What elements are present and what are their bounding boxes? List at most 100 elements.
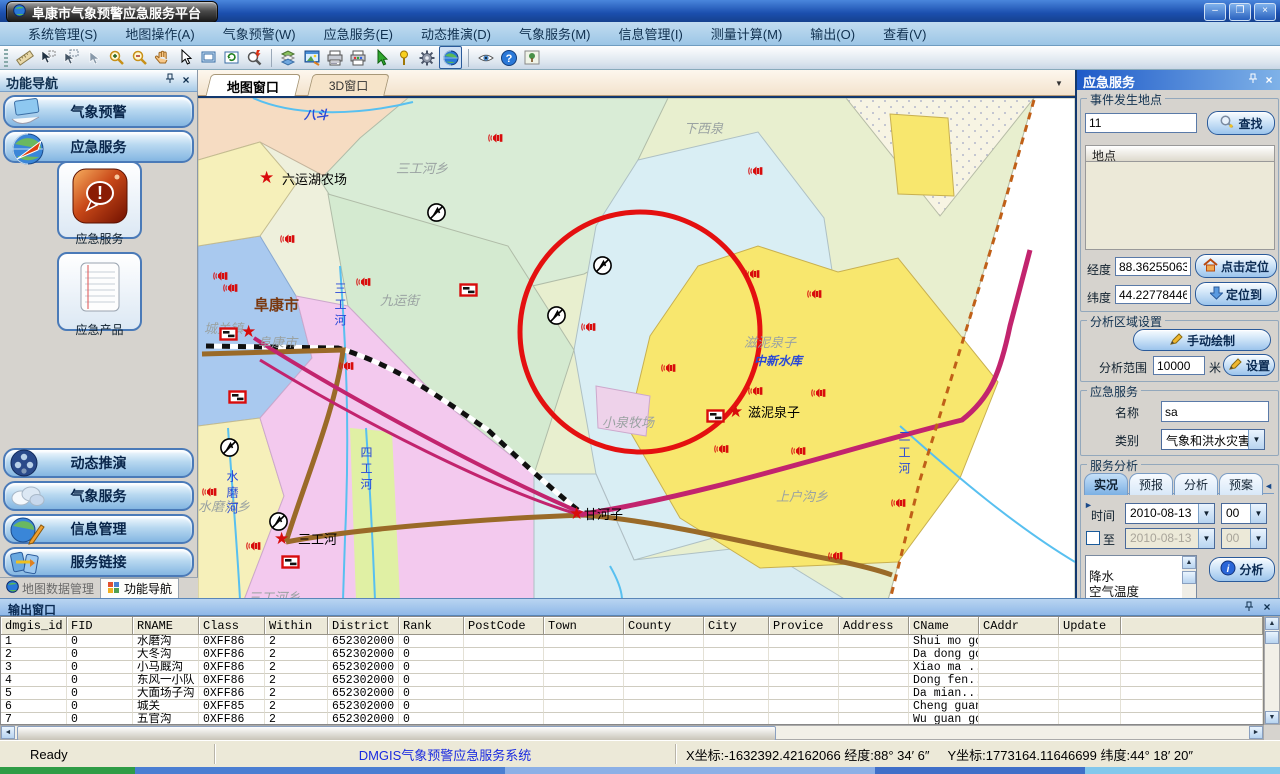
close-button[interactable]: × (1254, 3, 1276, 21)
locate-to-button[interactable]: 定位到 (1195, 282, 1277, 306)
map-canvas[interactable]: 八斗六运湖农场三工河乡下西泉阜康市城关镇阜康市九运街三工河水磨沟乡三工河三工河乡… (198, 96, 1075, 598)
list-item[interactable]: 降水 (1086, 570, 1196, 585)
element-list[interactable]: 降水 空气温度 ▲ (1085, 555, 1197, 598)
chevron-down-icon[interactable]: ▼ (1198, 504, 1214, 523)
location-search-input[interactable] (1085, 113, 1197, 133)
close-icon[interactable]: × (1260, 600, 1274, 614)
full-extent-icon[interactable] (198, 47, 219, 68)
column-header[interactable]: County (624, 617, 704, 635)
to-date-select[interactable]: 2010-08-13 ▼ (1125, 528, 1215, 549)
sidebar-item-service-links[interactable]: 服务链接 (3, 547, 194, 577)
pan-hand-icon[interactable] (152, 47, 173, 68)
column-header[interactable]: Address (839, 617, 909, 635)
sidebar-item-weather-warning[interactable]: 气象预警 (3, 95, 194, 128)
print-icon[interactable] (324, 47, 345, 68)
tab-plan[interactable]: 预案 (1219, 473, 1263, 495)
column-header[interactable]: Rank (399, 617, 464, 635)
scroll-left-icon[interactable]: ◄ (1, 726, 15, 739)
service-type-select[interactable]: 气象和洪水灾害 ▼ (1161, 429, 1265, 450)
eye-icon[interactable] (475, 47, 496, 68)
location-list[interactable] (1085, 162, 1275, 250)
menu-item[interactable]: 测量计算(M) (697, 24, 797, 43)
horizontal-scrollbar[interactable]: ◄ ► (0, 725, 1264, 740)
manual-draw-button[interactable]: 手动绘制 (1133, 329, 1271, 351)
chevron-down-icon[interactable]: ▼ (1248, 430, 1264, 449)
menu-item[interactable]: 气象服务(M) (505, 24, 605, 43)
table-row[interactable]: 10水磨沟0XFF8626523020000Shui mo gou (1, 635, 1263, 648)
tab-map-data-management[interactable]: 地图数据管理 (0, 578, 100, 598)
chevron-down-icon[interactable]: ▼ (1051, 77, 1067, 90)
to-hour-select[interactable]: 00 ▼ (1221, 528, 1267, 549)
table-row[interactable]: 50大面场子沟0XFF8626523020000Da mian... (1, 687, 1263, 700)
scroll-thumb[interactable] (1182, 571, 1196, 584)
pin-icon[interactable] (1246, 73, 1260, 87)
sidebar-item-information-management[interactable]: 信息管理 (3, 514, 194, 544)
scroll-thumb[interactable] (17, 726, 776, 741)
vertical-scrollbar[interactable]: ▲ ▼ (1264, 616, 1280, 725)
table-row[interactable]: 40东风一小队0XFF8626523020000Dong fen... (1, 674, 1263, 687)
select-lasso-icon[interactable] (60, 47, 81, 68)
column-header[interactable]: City (704, 617, 769, 635)
scrollbar[interactable]: ▲ (1182, 556, 1196, 598)
column-header[interactable]: Update (1059, 617, 1121, 635)
scroll-right-icon[interactable]: ► (1249, 726, 1263, 739)
pin-icon[interactable] (1242, 601, 1256, 615)
column-header[interactable]: Within (265, 617, 328, 635)
gear-icon[interactable] (416, 47, 437, 68)
pin-icon[interactable] (163, 73, 177, 87)
emergency-product-shortcut[interactable]: 应急产品 (57, 252, 142, 331)
location-list-header[interactable]: 地点 (1085, 145, 1275, 162)
scroll-up-icon[interactable]: ▲ (1265, 617, 1279, 630)
menu-item[interactable]: 输出(O) (796, 24, 869, 43)
search-button[interactable]: 查找 (1207, 111, 1275, 135)
analysis-range-input[interactable] (1153, 356, 1205, 375)
latitude-input[interactable] (1115, 285, 1191, 304)
column-header[interactable]: RNAME (133, 617, 199, 635)
refresh-icon[interactable] (221, 47, 242, 68)
sidebar-item-weather-service[interactable]: 气象服务 (3, 481, 194, 511)
column-header[interactable]: Class (199, 617, 265, 635)
table-row[interactable]: 60城关0XFF8526523020000Cheng guan (1, 700, 1263, 713)
list-item[interactable]: 空气温度 (1086, 585, 1196, 598)
tab-live[interactable]: 实况 (1084, 473, 1128, 495)
measure-ruler-icon[interactable] (14, 47, 35, 68)
chevron-down-icon[interactable]: ▼ (1250, 529, 1266, 548)
set-button[interactable]: 设置 (1223, 354, 1275, 376)
close-icon[interactable]: × (179, 73, 193, 87)
select-arrow-icon[interactable] (37, 47, 58, 68)
menu-item[interactable]: 信息管理(I) (605, 24, 697, 43)
minimize-button[interactable]: – (1204, 3, 1226, 21)
tab-3d-window[interactable]: 3D窗口 (307, 74, 390, 96)
menu-item[interactable]: 动态推演(D) (407, 24, 505, 43)
column-header[interactable]: Town (544, 617, 624, 635)
sidebar-item-emergency-service[interactable]: 应急服务 (3, 130, 194, 163)
print-color-icon[interactable] (347, 47, 368, 68)
menu-item[interactable]: 地图操作(A) (111, 24, 208, 43)
green-pointer-icon[interactable] (370, 47, 391, 68)
toolbar-grip[interactable] (4, 49, 8, 67)
menu-item[interactable]: 应急服务(E) (310, 24, 407, 43)
chevron-down-icon[interactable]: ▼ (1198, 529, 1214, 548)
table-row[interactable]: 30小马厩沟0XFF8626523020000Xiao ma ... (1, 661, 1263, 674)
emergency-service-shortcut[interactable]: ! 应急服务 (57, 161, 142, 239)
tab-function-navigation[interactable]: 功能导航 (100, 578, 179, 598)
place-pin-icon[interactable] (393, 47, 414, 68)
longitude-input[interactable] (1115, 257, 1191, 276)
layers-icon[interactable] (278, 47, 299, 68)
zoom-query-icon[interactable] (244, 47, 265, 68)
zoom-in-icon[interactable] (106, 47, 127, 68)
zoom-out-icon[interactable] (129, 47, 150, 68)
scroll-up-icon[interactable]: ▲ (1182, 556, 1196, 569)
tab-map-window[interactable]: 地图窗口 (205, 74, 301, 98)
tab-forecast[interactable]: 预报 (1129, 473, 1173, 495)
click-locate-button[interactable]: 点击定位 (1195, 254, 1277, 278)
service-name-input[interactable] (1161, 401, 1269, 422)
globe-icon[interactable] (439, 46, 462, 69)
scroll-thumb[interactable] (1265, 631, 1279, 644)
table-row[interactable]: 70五官沟0XFF8626523020000Wu guan gou (1, 713, 1263, 725)
scroll-down-icon[interactable]: ▼ (1265, 711, 1279, 724)
close-icon[interactable]: × (1262, 73, 1276, 87)
restore-button[interactable]: ❐ (1229, 3, 1251, 21)
column-header[interactable]: CName (909, 617, 979, 635)
column-header[interactable]: Provice (769, 617, 839, 635)
